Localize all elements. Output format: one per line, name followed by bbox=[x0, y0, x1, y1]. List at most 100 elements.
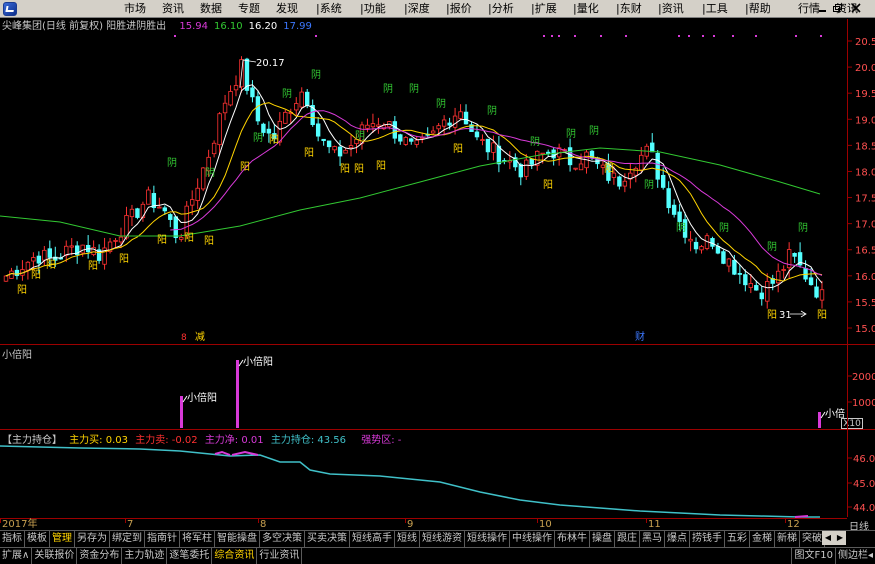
indicator-tab-6[interactable]: 将军柱 bbox=[180, 531, 215, 547]
candle-up bbox=[403, 137, 408, 145]
right-tab-1[interactable]: 侧边栏◂ bbox=[834, 548, 875, 564]
candle-down bbox=[14, 269, 20, 276]
indicator-tab-15[interactable]: 布林牛 bbox=[555, 531, 590, 547]
yin-signal: 阴 bbox=[676, 222, 686, 234]
app-logo-icon[interactable] bbox=[3, 2, 17, 16]
yang-signal: 阳 bbox=[304, 147, 314, 159]
menu-item-10[interactable]: |扩展 bbox=[531, 2, 557, 16]
scroll-left-icon[interactable]: ◀ bbox=[822, 531, 834, 545]
xiaobeiyang-bar bbox=[236, 360, 239, 428]
indicator-tab-16[interactable]: 操盘 bbox=[590, 531, 615, 547]
candle-down bbox=[36, 255, 42, 264]
menu-item-11[interactable]: |量化 bbox=[573, 2, 599, 16]
kline-chart[interactable]: 20.5 20.0 19.5 19.0 18.5 18.0 17.5 17.0 16.5 16.0… bbox=[0, 19, 875, 344]
indicator-tab-10[interactable]: 短线高手 bbox=[350, 531, 395, 547]
menu-item-16[interactable]: 行情 bbox=[798, 2, 820, 16]
info-tab-2[interactable]: 资金分布 bbox=[77, 548, 123, 564]
indicator-tab-17[interactable]: 跟庄 bbox=[615, 531, 640, 547]
xiaobeiyang-bar bbox=[180, 396, 183, 428]
menu-item-2[interactable]: 数据 bbox=[200, 2, 222, 16]
p2-axis-label: 2000 bbox=[852, 372, 875, 383]
menu-item-6[interactable]: |功能 bbox=[360, 2, 386, 16]
candle-down bbox=[721, 251, 726, 264]
menu-item-4[interactable]: 发现 bbox=[276, 2, 298, 16]
info-tab-3[interactable]: 主力轨迹 bbox=[122, 548, 168, 564]
menu-item-12[interactable]: |东财 bbox=[616, 2, 642, 16]
close-icon[interactable] bbox=[851, 3, 861, 13]
yang-signal: 阳 bbox=[184, 232, 194, 244]
candle-up bbox=[819, 289, 825, 301]
indicator-tab-2[interactable]: 管理 bbox=[50, 531, 75, 547]
indicator-tab-5[interactable]: 指南针 bbox=[145, 531, 180, 547]
indicator-tab-11[interactable]: 短线 bbox=[395, 531, 420, 547]
info-tab-6[interactable]: 行业资讯 bbox=[257, 548, 303, 564]
menu-item-8[interactable]: |报价 bbox=[446, 2, 472, 16]
indicator-tab-8[interactable]: 多空决策 bbox=[260, 531, 305, 547]
menu-item-3[interactable]: 专题 bbox=[238, 2, 260, 16]
candle-up bbox=[699, 246, 704, 251]
x10-toggle[interactable]: X10 bbox=[841, 418, 863, 429]
date-tick bbox=[785, 519, 786, 523]
right-tab-0[interactable]: 图文F10 bbox=[791, 548, 834, 564]
restore-icon[interactable] bbox=[832, 3, 842, 13]
candle-down bbox=[737, 273, 743, 275]
scroll-right-icon[interactable]: ▶ bbox=[834, 531, 846, 545]
indicator-tab-14[interactable]: 中线操作 bbox=[510, 531, 555, 547]
indicator-chart-xiaobeiyang[interactable]: 20001000小倍阳小倍阳小倍 bbox=[0, 345, 875, 429]
yin-signal: 阴 bbox=[798, 222, 808, 234]
xiaobeiyang-label: 小倍阳 bbox=[187, 391, 217, 404]
indicator-tab-22[interactable]: 金梯 bbox=[750, 531, 775, 547]
menu-item-14[interactable]: |工具 bbox=[702, 2, 728, 16]
menu-item-7[interactable]: |深度 bbox=[404, 2, 430, 16]
indicator-tab-18[interactable]: 黑马 bbox=[640, 531, 665, 547]
menu-bar: 市场 资讯 数据 专题 发现 |系统 |功能 |深度 |报价 |分析 |扩展 |量化 |东财 |资讯 |工具… bbox=[0, 0, 875, 18]
candle-up bbox=[430, 130, 436, 134]
indicator-tab-20[interactable]: 捞钱手 bbox=[690, 531, 725, 547]
indicator-tab-23[interactable]: 新梯 bbox=[775, 531, 800, 547]
main-holdings-chart[interactable]: 46.0 45.0 44.0 bbox=[0, 430, 875, 518]
menu-item-13[interactable]: |资讯 bbox=[658, 2, 684, 16]
signal-dot bbox=[755, 35, 757, 37]
indicator-tab-3[interactable]: 另存为 bbox=[75, 531, 110, 547]
candle-up bbox=[365, 124, 370, 129]
low-price-label: 31 bbox=[779, 310, 792, 321]
candle-down bbox=[660, 174, 666, 188]
yang-signal: 阳 bbox=[46, 259, 56, 271]
candle-up bbox=[140, 203, 146, 219]
yang-signal: 阳 bbox=[453, 143, 463, 155]
indicator-tab-13[interactable]: 短线操作 bbox=[465, 531, 510, 547]
info-tab-5[interactable]: 综合资讯 bbox=[212, 548, 258, 564]
menu-item-1[interactable]: 资讯 bbox=[162, 2, 184, 16]
candle-up bbox=[31, 257, 36, 262]
menu-item-15[interactable]: |帮助 bbox=[745, 2, 771, 16]
yang-signal: 阳 bbox=[376, 160, 386, 172]
p3-axis-label: 44.0 bbox=[853, 503, 875, 514]
price-label: 16.0 bbox=[855, 272, 875, 283]
indicator-tab-0[interactable]: 指标 bbox=[0, 531, 25, 547]
indicator-tab-19[interactable]: 爆点 bbox=[665, 531, 690, 547]
date-label: 11 bbox=[648, 519, 661, 530]
indicator-tab-9[interactable]: 买卖决策 bbox=[305, 531, 350, 547]
indicator-tab-21[interactable]: 五彩 bbox=[725, 531, 750, 547]
candle-down bbox=[677, 211, 682, 222]
menu-item-9[interactable]: |分析 bbox=[488, 2, 514, 16]
yang-signal: 阳 bbox=[604, 163, 614, 175]
menu-item-5[interactable]: |系统 bbox=[316, 2, 342, 16]
candle-up bbox=[113, 240, 118, 242]
candle-down bbox=[474, 131, 480, 138]
candle-up bbox=[540, 152, 545, 155]
indicator-tab-7[interactable]: 智能操盘 bbox=[215, 531, 260, 547]
indicator-tab-4[interactable]: 绑定到 bbox=[110, 531, 145, 547]
candle-down bbox=[518, 164, 523, 178]
candle-up bbox=[688, 238, 693, 242]
menu-item-0[interactable]: 市场 bbox=[124, 2, 146, 16]
indicator-tab-1[interactable]: 模板 bbox=[25, 531, 50, 547]
indicator-tab-12[interactable]: 短线游资 bbox=[420, 531, 465, 547]
signal-dot bbox=[625, 35, 627, 37]
price-label: 18.5 bbox=[855, 141, 875, 152]
info-tab-1[interactable]: 关联报价 bbox=[32, 548, 78, 564]
signal-dot bbox=[702, 35, 704, 37]
minimize-icon[interactable] bbox=[818, 3, 828, 13]
info-tab-4[interactable]: 逐笔委托 bbox=[167, 548, 213, 564]
info-tab-0[interactable]: 扩展∧ bbox=[0, 548, 33, 564]
